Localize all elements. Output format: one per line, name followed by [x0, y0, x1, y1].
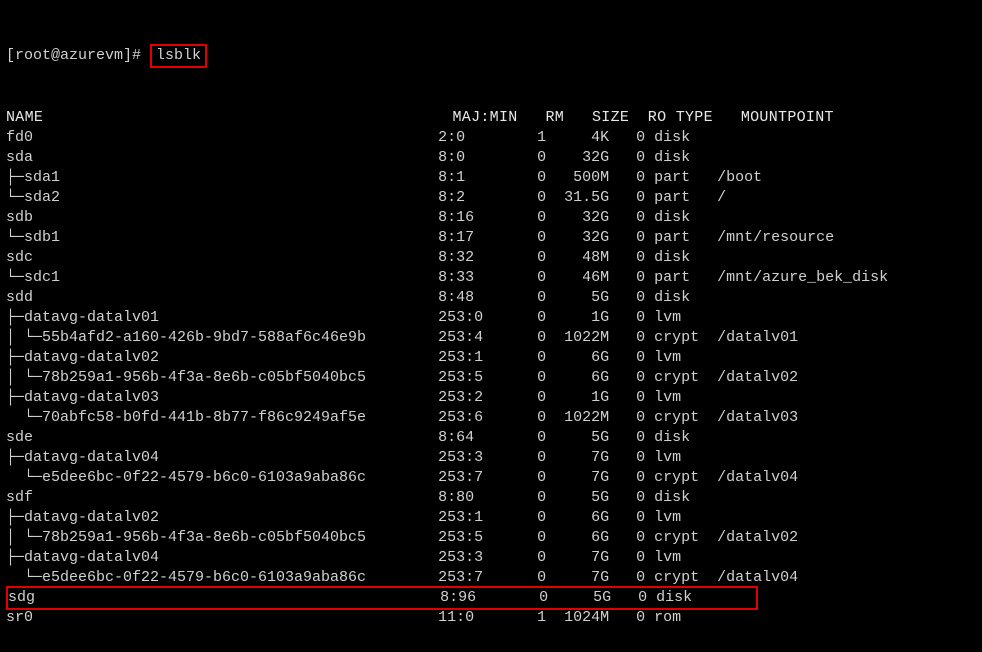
device-row: └─e5dee6bc-0f22-4579-b6c0-6103a9aba86c 2…	[6, 468, 976, 488]
device-row: sde 8:64 0 5G 0 disk	[6, 428, 976, 448]
column-header-row: NAME MAJ:MIN RM SIZE RO TYPE MOUNTPOINT	[6, 108, 976, 128]
device-row: ├─datavg-datalv01 253:0 0 1G 0 lvm	[6, 308, 976, 328]
device-row: ├─sda1 8:1 0 500M 0 part /boot	[6, 168, 976, 188]
lsblk-table: NAME MAJ:MIN RM SIZE RO TYPE MOUNTPOINTf…	[6, 108, 976, 628]
terminal-output[interactable]: [root@azurevm]# lsblk NAME MAJ:MIN RM SI…	[0, 0, 982, 652]
device-row: ├─datavg-datalv04 253:3 0 7G 0 lvm	[6, 548, 976, 568]
device-row: ├─datavg-datalv02 253:1 0 6G 0 lvm	[6, 348, 976, 368]
prompt-user-host: [root@azurevm]#	[6, 47, 150, 64]
device-row: ├─datavg-datalv02 253:1 0 6G 0 lvm	[6, 508, 976, 528]
device-row: sda 8:0 0 32G 0 disk	[6, 148, 976, 168]
device-row: fd0 2:0 1 4K 0 disk	[6, 128, 976, 148]
device-row: └─sda2 8:2 0 31.5G 0 part /	[6, 188, 976, 208]
device-row: sdb 8:16 0 32G 0 disk	[6, 208, 976, 228]
device-row: sdf 8:80 0 5G 0 disk	[6, 488, 976, 508]
device-row: sr0 11:0 1 1024M 0 rom	[6, 608, 976, 628]
device-row: └─sdc1 8:33 0 46M 0 part /mnt/azure_bek_…	[6, 268, 976, 288]
device-row: └─sdb1 8:17 0 32G 0 part /mnt/resource	[6, 228, 976, 248]
device-row: │ └─78b259a1-956b-4f3a-8e6b-c05bf5040bc5…	[6, 368, 976, 388]
device-row: │ └─78b259a1-956b-4f3a-8e6b-c05bf5040bc5…	[6, 528, 976, 548]
device-row: └─e5dee6bc-0f22-4579-b6c0-6103a9aba86c 2…	[6, 568, 976, 588]
device-row: │ └─55b4afd2-a160-426b-9bd7-588af6c46e9b…	[6, 328, 976, 348]
device-row: └─70abfc58-b0fd-441b-8b77-f86c9249af5e 2…	[6, 408, 976, 428]
command-highlight-box: lsblk	[150, 44, 207, 68]
prompt-line: [root@azurevm]# lsblk	[6, 44, 976, 68]
device-row-highlighted: sdg 8:96 0 5G 0 disk	[6, 586, 758, 610]
device-row: sdd 8:48 0 5G 0 disk	[6, 288, 976, 308]
command-text: lsblk	[156, 47, 201, 64]
device-row: ├─datavg-datalv04 253:3 0 7G 0 lvm	[6, 448, 976, 468]
device-row: ├─datavg-datalv03 253:2 0 1G 0 lvm	[6, 388, 976, 408]
device-row: sdc 8:32 0 48M 0 disk	[6, 248, 976, 268]
